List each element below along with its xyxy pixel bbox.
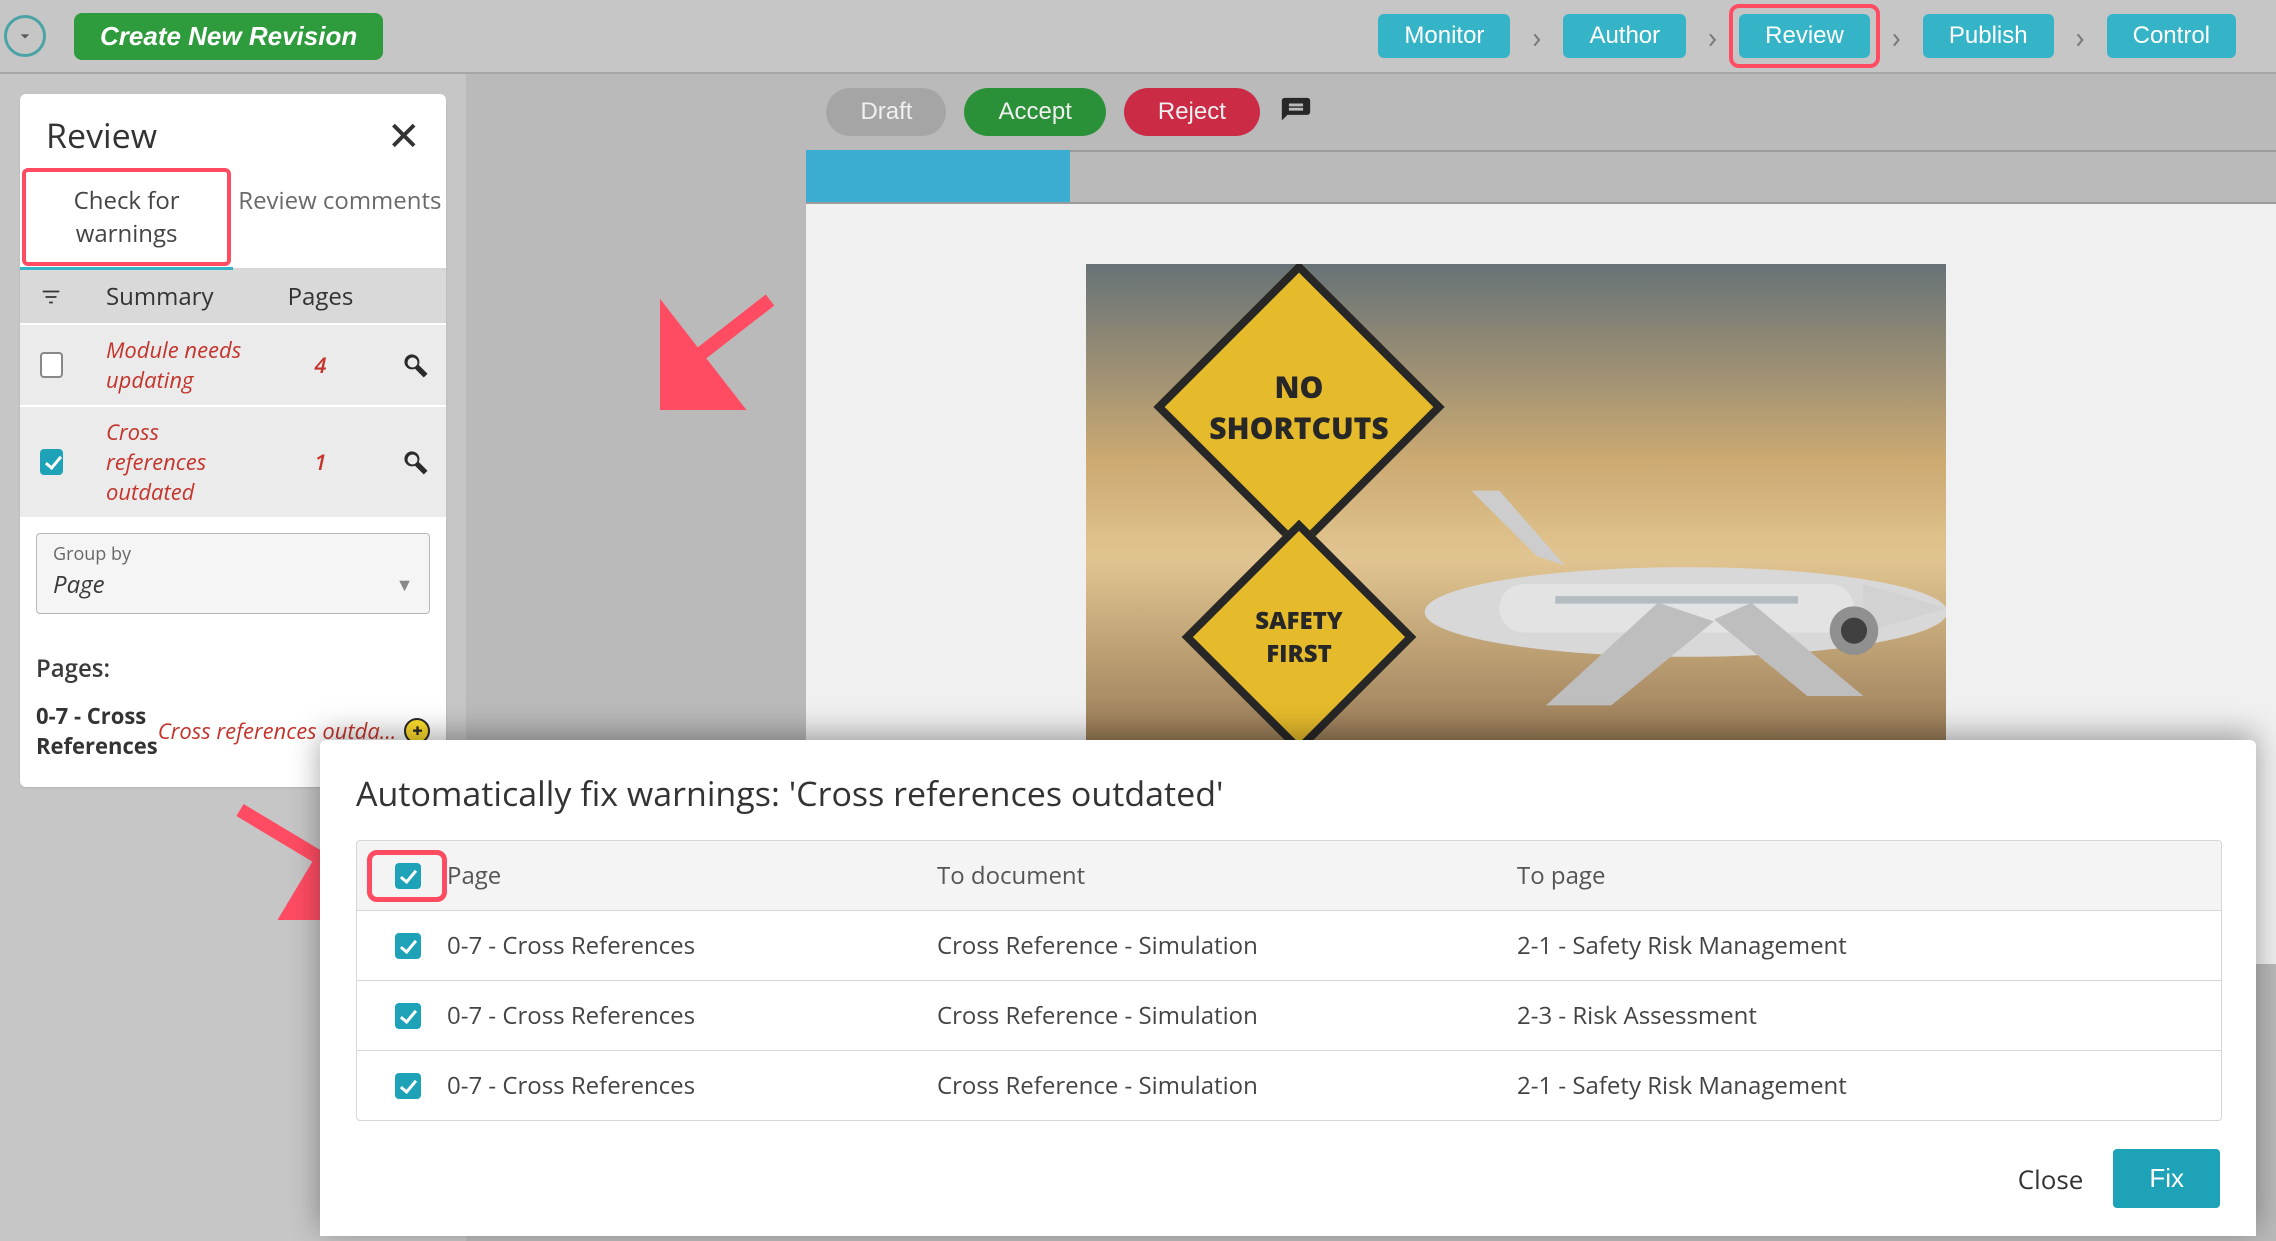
- cell-to-page: 2-3 - Risk Assessment: [1517, 999, 2201, 1032]
- table-row: 0-7 - Cross ReferencesCross Reference - …: [357, 1050, 2221, 1120]
- chevron-right-icon: ›: [2076, 16, 2085, 57]
- cell-to-document: Cross Reference - Simulation: [937, 1069, 1517, 1102]
- breadcrumb-review[interactable]: Review: [1739, 14, 1870, 58]
- table-row: 0-7 - Cross ReferencesCross Reference - …: [357, 910, 2221, 980]
- warning-pages: 4: [260, 350, 380, 380]
- wrench-icon[interactable]: [380, 447, 430, 477]
- column-page: Page: [437, 859, 937, 892]
- chevron-right-icon: ›: [1708, 16, 1717, 57]
- dialog-title: Automatically fix warnings: 'Cross refer…: [356, 770, 2220, 816]
- workflow-breadcrumbs: Monitor › Author › Review › Publish › Control: [1378, 0, 2236, 72]
- review-title: Review: [46, 112, 157, 158]
- column-pages: Pages: [260, 280, 380, 313]
- cell-to-document: Cross Reference - Simulation: [937, 999, 1517, 1032]
- pages-section-label: Pages:: [36, 652, 430, 685]
- document-tab-active[interactable]: [806, 150, 1070, 202]
- group-by-value: Page: [53, 568, 105, 601]
- table-header: Page To document To page: [357, 841, 2221, 910]
- row-checkbox[interactable]: [395, 933, 421, 959]
- accept-button[interactable]: Accept: [964, 88, 1105, 136]
- column-to-document: To document: [937, 859, 1517, 892]
- warning-summary: Cross references outdated: [66, 417, 260, 507]
- row-checkbox[interactable]: [395, 1073, 421, 1099]
- reject-button[interactable]: Reject: [1124, 88, 1260, 136]
- tab-review-comments[interactable]: Review comments: [233, 166, 446, 268]
- select-all-checkbox[interactable]: [395, 863, 421, 889]
- topbar: Create New Revision Monitor › Author › Revie…: [0, 0, 2276, 74]
- cell-to-page: 2-1 - Safety Risk Management: [1517, 929, 2201, 962]
- draft-button[interactable]: Draft: [826, 88, 946, 136]
- cell-page: 0-7 - Cross References: [437, 929, 937, 962]
- wrench-icon[interactable]: [380, 350, 430, 380]
- sign-no-shortcuts: NO SHORTCUTS: [1204, 366, 1394, 448]
- document-actions: Draft Accept Reject: [466, 74, 2276, 150]
- chevron-right-icon: ›: [1532, 16, 1541, 57]
- warning-checkbox[interactable]: [40, 352, 63, 378]
- close-button[interactable]: Close: [2018, 1161, 2084, 1197]
- cell-to-page: 2-1 - Safety Risk Management: [1517, 1069, 2201, 1102]
- warning-row[interactable]: Cross references outdated1: [20, 405, 446, 517]
- warning-pages: 1: [260, 447, 380, 477]
- app-menu-icon[interactable]: [4, 15, 46, 57]
- chevron-down-icon: ▼: [396, 573, 414, 597]
- close-icon[interactable]: ✕: [387, 119, 421, 151]
- chevron-right-icon: ›: [1892, 16, 1901, 57]
- group-by-select[interactable]: Group by Page ▼: [36, 533, 430, 614]
- table-row: 0-7 - Cross ReferencesCross Reference - …: [357, 980, 2221, 1050]
- cell-to-document: Cross Reference - Simulation: [937, 929, 1517, 962]
- review-panel: Review ✕ Check for warnings Review comme…: [20, 94, 446, 787]
- row-checkbox[interactable]: [395, 1003, 421, 1029]
- tab-check-warnings[interactable]: Check for warnings: [20, 166, 233, 268]
- page-item-name: 0-7 - Cross References: [36, 701, 158, 761]
- warning-checkbox[interactable]: [40, 449, 63, 475]
- breadcrumb-publish[interactable]: Publish: [1923, 14, 2054, 58]
- cell-page: 0-7 - Cross References: [437, 1069, 937, 1102]
- group-by-label: Group by: [53, 542, 413, 566]
- breadcrumb-monitor[interactable]: Monitor: [1378, 14, 1510, 58]
- sign-safety-first: SAFETY FIRST: [1224, 604, 1374, 670]
- fix-warnings-dialog: Automatically fix warnings: 'Cross refer…: [320, 740, 2256, 1236]
- create-revision-button[interactable]: Create New Revision: [74, 13, 383, 60]
- fix-button[interactable]: Fix: [2113, 1149, 2220, 1208]
- comment-icon[interactable]: [1278, 94, 1314, 130]
- warning-summary: Module needs updating: [66, 335, 260, 395]
- cell-page: 0-7 - Cross References: [437, 999, 937, 1032]
- breadcrumb-control[interactable]: Control: [2107, 14, 2236, 58]
- column-to-page: To page: [1517, 859, 2201, 892]
- warnings-header-row: Summary Pages: [20, 270, 446, 323]
- document-hero-image: NO SHORTCUTS SAFETY FIRST: [1086, 264, 1946, 754]
- document-tab[interactable]: [1070, 150, 2276, 202]
- filter-icon[interactable]: [36, 286, 66, 308]
- column-summary: Summary: [66, 280, 260, 313]
- fix-warnings-table: Page To document To page 0-7 - Cross Ref…: [356, 840, 2222, 1121]
- breadcrumb-author[interactable]: Author: [1563, 14, 1686, 58]
- warning-row[interactable]: Module needs updating4: [20, 323, 446, 405]
